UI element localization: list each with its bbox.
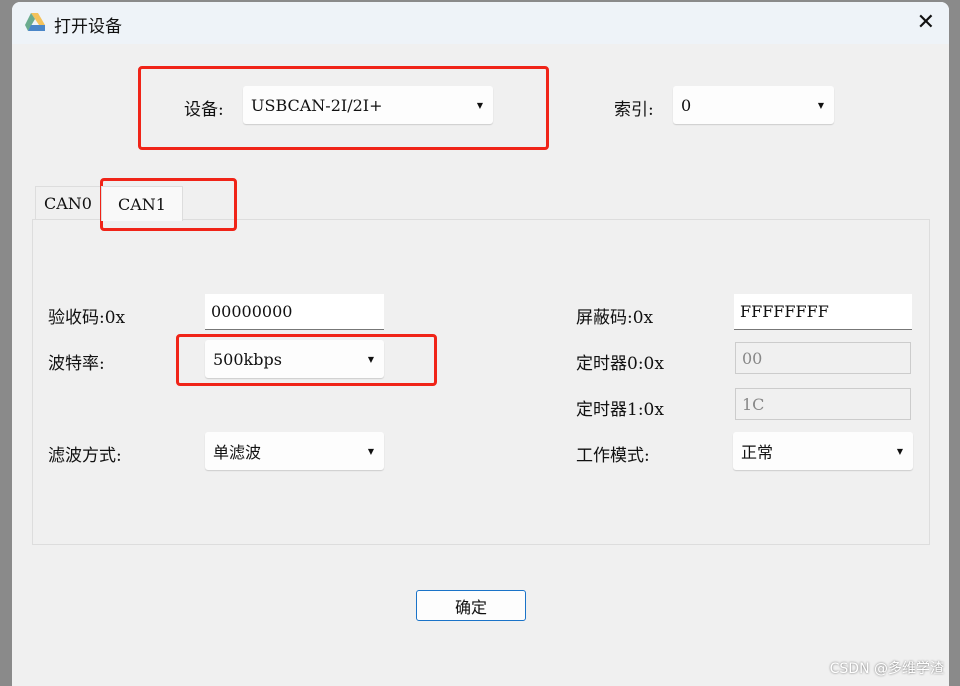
device-select[interactable]: USBCAN-2I/2I+ ▼ xyxy=(243,86,493,124)
close-icon[interactable]: ✕ xyxy=(917,10,935,35)
tab-can1[interactable]: CAN1 xyxy=(101,186,183,221)
index-value: 0 xyxy=(681,95,692,115)
mask-input[interactable]: FFFFFFFF xyxy=(734,294,912,330)
timer1-input: 1C xyxy=(735,388,911,420)
app-logo-icon xyxy=(25,13,45,31)
baud-value: 500kbps xyxy=(213,349,282,369)
tab-can0[interactable]: CAN0 xyxy=(35,186,101,220)
mask-label: 屏蔽码:0x xyxy=(576,308,654,328)
dropdown-arrow-icon: ▼ xyxy=(367,446,374,456)
baud-label: 波特率: xyxy=(48,354,105,374)
dropdown-arrow-icon: ▼ xyxy=(896,446,903,456)
mode-select[interactable]: 正常 ▼ xyxy=(733,432,913,470)
device-label: 设备: xyxy=(184,100,224,120)
open-device-dialog: 打开设备 ✕ 设备: USBCAN-2I/2I+ ▼ 索引: 0 ▼ CAN0 CA… xyxy=(12,2,949,686)
dropdown-arrow-icon: ▼ xyxy=(367,354,374,364)
window-title: 打开设备 xyxy=(54,17,122,37)
filter-select[interactable]: 单滤波 ▼ xyxy=(205,432,384,470)
tab-pane xyxy=(32,219,930,545)
timer0-label: 定时器0:0x xyxy=(576,354,664,374)
device-value: USBCAN-2I/2I+ xyxy=(251,95,383,115)
baud-select[interactable]: 500kbps ▼ xyxy=(205,340,384,378)
dropdown-arrow-icon: ▼ xyxy=(476,100,483,110)
acc-code-input[interactable]: 00000000 xyxy=(205,294,384,330)
timer0-input: 00 xyxy=(735,342,911,374)
title-bar: 打开设备 ✕ xyxy=(12,2,949,44)
tab-label: CAN0 xyxy=(44,194,92,213)
index-select[interactable]: 0 ▼ xyxy=(673,86,834,124)
watermark: CSDN @多维学渣 xyxy=(829,661,944,677)
ok-button[interactable]: 确定 xyxy=(416,590,526,621)
dropdown-arrow-icon: ▼ xyxy=(817,100,824,110)
mode-value: 正常 xyxy=(741,443,774,462)
filter-label: 滤波方式: xyxy=(48,446,122,466)
mode-label: 工作模式: xyxy=(576,446,650,466)
tab-label: CAN1 xyxy=(118,194,166,214)
timer1-label: 定时器1:0x xyxy=(576,400,664,420)
filter-value: 单滤波 xyxy=(213,443,262,462)
acc-code-label: 验收码:0x xyxy=(48,308,126,328)
index-label: 索引: xyxy=(614,100,654,120)
